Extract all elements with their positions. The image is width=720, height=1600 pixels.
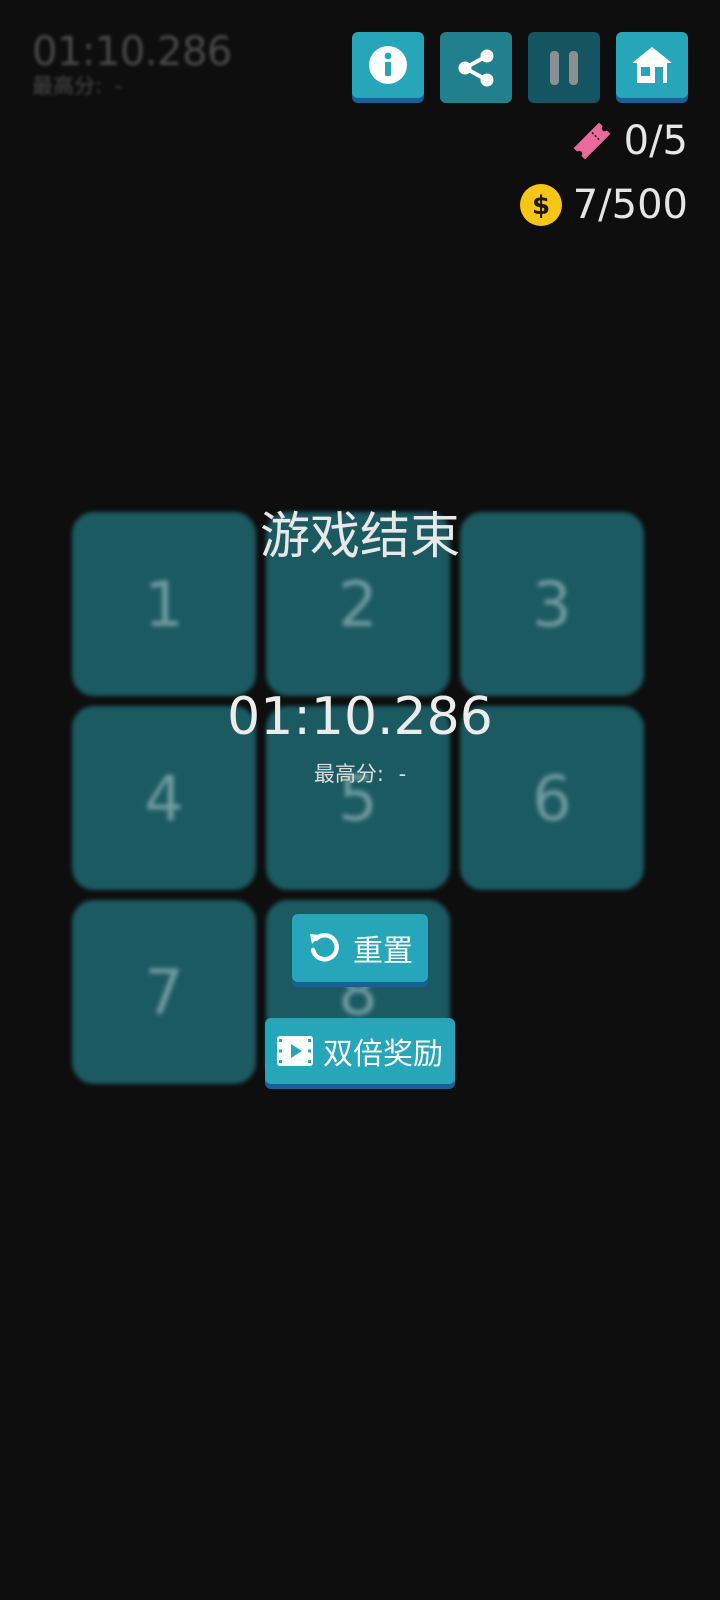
info-icon: [369, 46, 407, 84]
share-button[interactable]: [440, 32, 512, 103]
share-icon: [458, 49, 494, 86]
tile-4: 4: [72, 706, 256, 890]
ticket-counter: 0/5: [570, 118, 688, 164]
tile-7: 7: [72, 900, 256, 1084]
double-reward-label: 双倍奖励: [323, 1037, 443, 1072]
restart-icon: [310, 933, 339, 962]
coin-counter: $ 7/500: [519, 182, 688, 228]
hud-time: 01:10.286: [32, 29, 232, 75]
info-button[interactable]: [352, 32, 424, 98]
pause-icon: [550, 50, 578, 85]
game-screen: 01:10.286 最高分: - 0/5 $ 7/500 1 2 3 4 5 6…: [0, 0, 720, 1600]
pause-button[interactable]: [528, 32, 600, 103]
hud-best-score: 最高分: -: [32, 74, 232, 98]
home-icon: [632, 47, 672, 83]
tile-2: 2: [266, 512, 450, 696]
coin-icon: $: [519, 184, 562, 226]
ticket-count: 0/5: [623, 118, 688, 164]
double-reward-button[interactable]: 双倍奖励: [265, 1018, 455, 1084]
tile-1: 1: [72, 512, 256, 696]
hud-best-label: 最高分:: [32, 74, 103, 98]
reset-label: 重置: [353, 934, 413, 969]
tile-5: 5: [266, 706, 450, 890]
hud-timer: 01:10.286 最高分: -: [32, 28, 232, 98]
coin-count: 7/500: [572, 182, 688, 228]
top-toolbar: [352, 32, 688, 103]
tile-6: 6: [460, 706, 644, 890]
hud-best-value: -: [114, 74, 123, 98]
puzzle-board: 1 2 3 4 5 6 7 8: [72, 512, 648, 1088]
reset-button[interactable]: 重置: [292, 914, 428, 982]
video-icon: [277, 1036, 313, 1066]
home-button[interactable]: [616, 32, 688, 98]
ticket-icon: [573, 122, 611, 160]
svg-text:$: $: [532, 191, 550, 221]
tile-3: 3: [460, 512, 644, 696]
